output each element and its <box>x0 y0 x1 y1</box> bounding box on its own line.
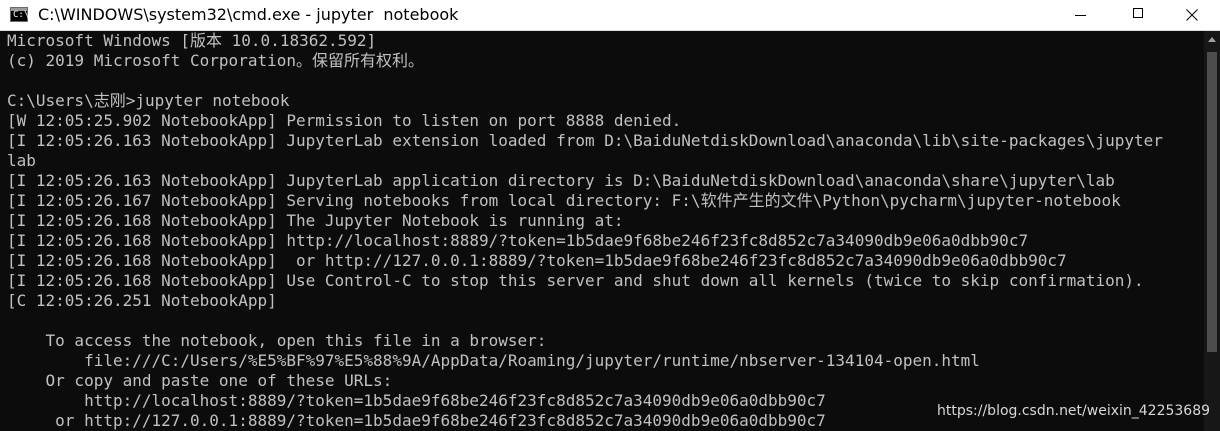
console-line: [I 12:05:26.167 NotebookApp] Serving not… <box>7 191 1121 210</box>
cmd-window: C:\ C:\WINDOWS\system32\cmd.exe - jupyte… <box>0 0 1220 431</box>
console-line: [I 12:05:26.163 NotebookApp] JupyterLab … <box>7 131 1163 150</box>
vertical-scrollbar[interactable] <box>1204 31 1220 431</box>
console-line: [C 12:05:26.251 NotebookApp] <box>7 291 277 310</box>
console-line: lab <box>7 151 36 170</box>
console-output[interactable]: Microsoft Windows [版本 10.0.18362.592] (c… <box>0 31 1204 431</box>
watermark-text: https://blog.csdn.net/weixin_42253689 <box>937 403 1211 419</box>
scrollbar-thumb[interactable] <box>1207 52 1217 352</box>
cmd-app-icon[interactable]: C:\ <box>10 7 30 22</box>
console-line: C:\Users\志刚>jupyter notebook <box>7 91 290 110</box>
console-line: file:///C:/Users/%E5%BF%97%E5%88%9A/AppD… <box>7 351 980 370</box>
console-line: To access the notebook, open this file i… <box>7 331 547 350</box>
minimize-button[interactable] <box>1052 0 1110 31</box>
window-title: C:\WINDOWS\system32\cmd.exe - jupyter no… <box>38 5 459 24</box>
console-line: (c) 2019 Microsoft Corporation。保留所有权利。 <box>7 51 424 70</box>
console-line: Or copy and paste one of these URLs: <box>7 371 393 390</box>
console-line: [I 12:05:26.168 NotebookApp] http://loca… <box>7 231 1029 250</box>
console-line: Microsoft Windows [版本 10.0.18362.592] <box>7 31 377 50</box>
console-line: [I 12:05:26.168 NotebookApp] or http://1… <box>7 251 1067 270</box>
console-line: [I 12:05:26.168 NotebookApp] The Jupyter… <box>7 211 624 230</box>
console-line: [I 12:05:26.168 NotebookApp] Use Control… <box>7 271 1144 290</box>
close-button[interactable] <box>1162 0 1220 31</box>
console-line: [W 12:05:25.902 NotebookApp] Permission … <box>7 111 682 130</box>
console-line: http://localhost:8889/?token=1b5dae9f68b… <box>7 391 826 410</box>
scroll-up-arrow-icon[interactable] <box>1204 31 1220 48</box>
console-line: [I 12:05:26.163 NotebookApp] JupyterLab … <box>7 171 1115 190</box>
cmd-app-icon-label: C:\ <box>13 10 30 20</box>
console-line: or http://127.0.0.1:8889/?token=1b5dae9f… <box>7 411 826 430</box>
title-bar[interactable]: C:\ C:\WINDOWS\system32\cmd.exe - jupyte… <box>0 0 1220 31</box>
maximize-button[interactable] <box>1110 0 1168 31</box>
close-icon <box>1186 9 1198 21</box>
